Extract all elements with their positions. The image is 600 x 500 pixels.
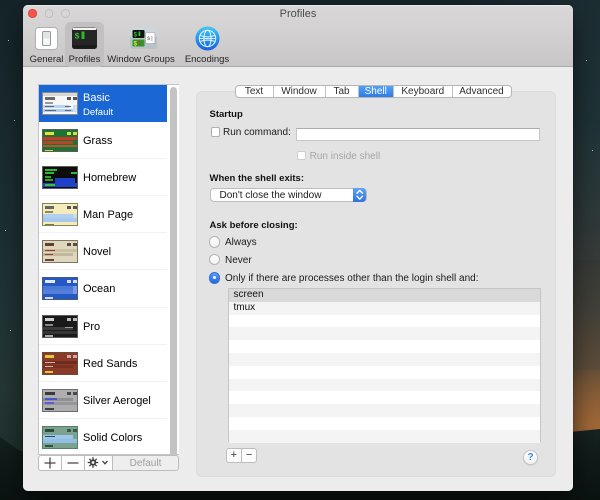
svg-text:$: $ xyxy=(133,32,137,39)
svg-text:$|: $| xyxy=(147,35,154,42)
svg-text:$: $ xyxy=(74,32,79,42)
svg-text:$: $ xyxy=(133,41,137,48)
